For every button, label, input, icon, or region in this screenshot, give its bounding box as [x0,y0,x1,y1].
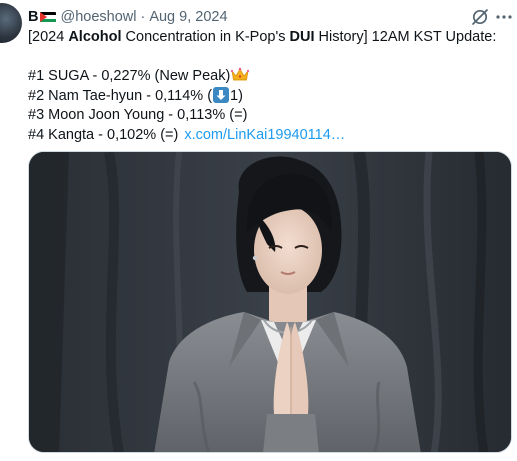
rank-3-text: #3 Moon Joon Young - 0,113% (=) [28,107,248,123]
title-part: History] 12AM KST Update: [314,29,497,45]
title-bold-alcohol: Alcohol [68,29,122,45]
photo-illustration [29,152,511,452]
tweet-header: B @hoeshowl · Aug 9, 2024 [28,7,228,27]
post-text: [2024 Alcohol Concentration in K-Pop's D… [28,28,513,145]
rank-line-4: #4 Kangta - 0,102% (=) x.com/LinKai199401… [28,126,513,146]
palestine-flag-icon [40,11,57,23]
user-handle[interactable]: @hoeshowl [60,9,136,25]
grok-icon[interactable] [470,7,490,27]
title-part: Concentration in K-Pop's [121,29,290,45]
down-arrow-emoji-icon [213,86,230,103]
avatar[interactable] [0,3,22,43]
post-link[interactable]: x.com/LinKai19940114… [184,127,345,143]
tweet[interactable]: B @hoeshowl · Aug 9, 2024 [2024 Alcohol … [0,0,517,461]
post-title-line: [2024 Alcohol Concentration in K-Pop's D… [28,28,513,48]
rank-4-text: #4 Kangta - 0,102% (=) [28,126,179,143]
post-image[interactable] [28,151,512,453]
rank-line-3: #3 Moon Joon Young - 0,113% (=) [28,106,513,126]
display-name[interactable]: B [28,9,38,25]
rank-2-change: 1) [230,87,243,104]
rank-line-1: #1 SUGA - 0,227% (New Peak) [28,67,513,87]
crown-emoji-icon [231,67,250,81]
rank-line-2: #2 Nam Tae-hyun - 0,114% ( 1) [28,86,513,107]
rank-1-text: #1 SUGA - 0,227% (New Peak) [28,68,231,84]
post-date[interactable]: Aug 9, 2024 [149,9,227,25]
separator: · [140,9,146,25]
rank-2-text: #2 Nam Tae-hyun - 0,114% ( [28,87,213,104]
title-part: [2024 [28,29,69,45]
more-icon[interactable] [494,7,514,27]
title-bold-dui: DUI [289,29,315,45]
